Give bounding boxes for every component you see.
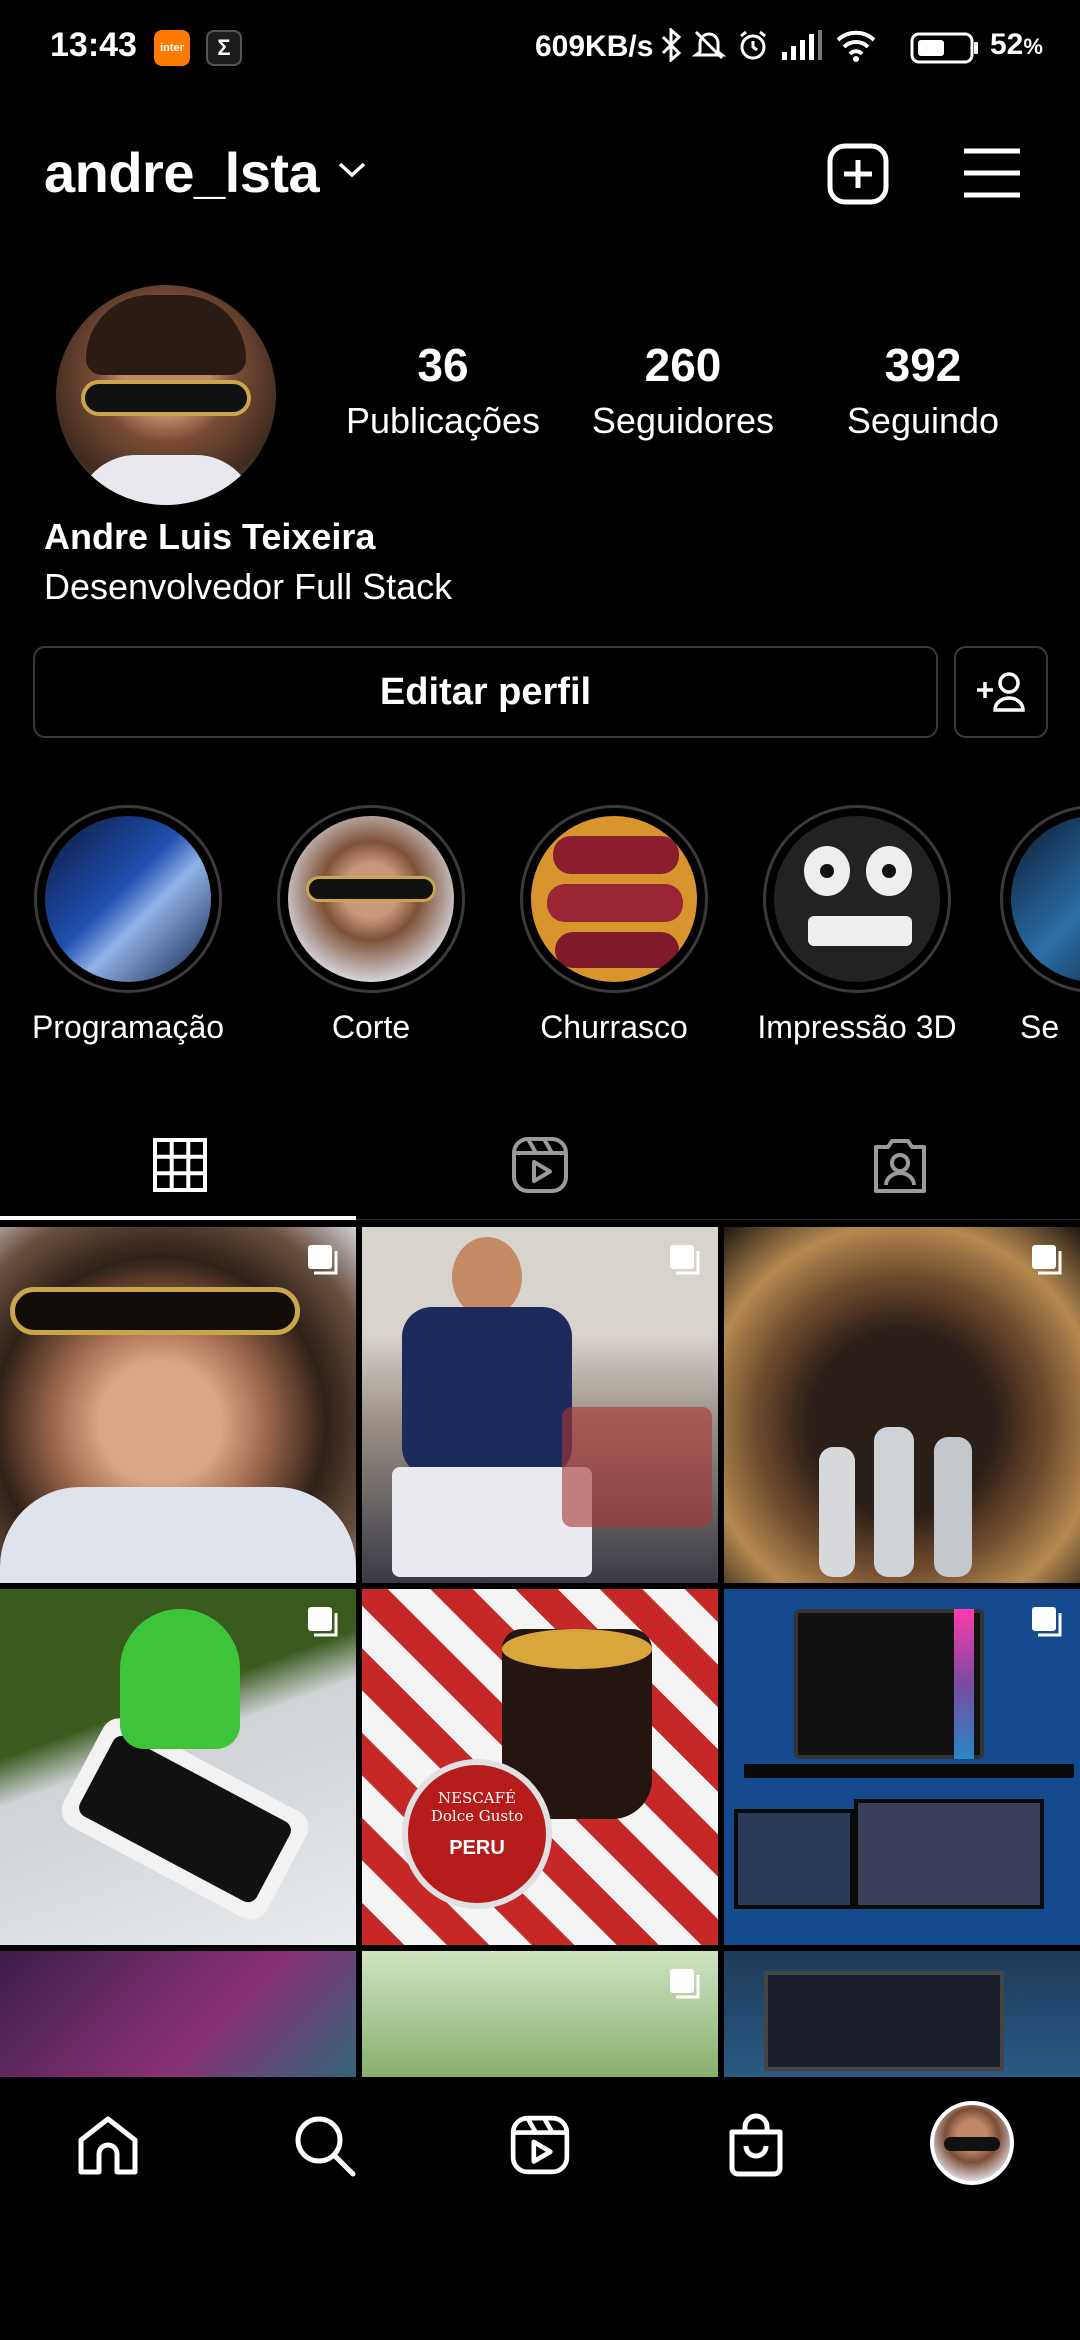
highlight-programacao[interactable]: Programação — [28, 805, 228, 1046]
new-post-icon[interactable] — [826, 142, 890, 206]
add-user-icon — [977, 672, 1025, 712]
post-tile[interactable] — [362, 1227, 718, 1583]
highlight-se[interactable]: Se — [1000, 805, 1080, 1046]
active-tab-indicator — [0, 1216, 356, 1220]
alarm-icon — [740, 30, 766, 60]
tab-tagged[interactable] — [720, 1110, 1080, 1220]
nav-home[interactable] — [68, 2105, 148, 2185]
menu-icon[interactable] — [960, 145, 1024, 201]
profile-avatar[interactable] — [56, 285, 276, 505]
edit-profile-button[interactable]: Editar perfil — [33, 646, 938, 738]
multiple-photos-icon — [670, 1969, 700, 1999]
highlight-impressao-3d[interactable]: Impressão 3D — [757, 805, 957, 1046]
multiple-photos-icon — [308, 1607, 338, 1637]
reels-icon — [512, 1137, 568, 1193]
tab-reels[interactable] — [360, 1110, 720, 1220]
discover-people-button[interactable] — [954, 646, 1048, 738]
status-bar: 13:43 inter Σ 609KB/s 52% — [0, 0, 1080, 96]
following-count[interactable]: 392 Seguindo — [813, 338, 1033, 442]
multiple-photos-icon — [670, 1245, 700, 1275]
post-tile[interactable]: NESCAFÉ Dolce Gusto PERU — [362, 1589, 718, 1945]
followers-count[interactable]: 260 Seguidores — [573, 338, 793, 442]
reels-icon — [510, 2115, 570, 2175]
search-icon — [295, 2116, 356, 2177]
posts-grid: NESCAFÉ Dolce Gusto PERU — [0, 1227, 1080, 2077]
multiple-photos-icon — [1032, 1607, 1062, 1637]
posts-count[interactable]: 36 Publicações — [333, 338, 553, 442]
battery-icon — [910, 32, 978, 64]
multiple-photos-icon — [1032, 1245, 1062, 1275]
home-icon — [78, 2116, 138, 2175]
profile-bio: Desenvolvedor Full Stack — [44, 566, 453, 607]
highlight-churrasco[interactable]: Churrasco — [514, 805, 714, 1046]
post-tile[interactable] — [0, 1951, 356, 2077]
capsule-brand: NESCAFÉ Dolce Gusto — [430, 1789, 524, 1825]
post-tile[interactable] — [0, 1227, 356, 1583]
capsule-flavor: PERU — [449, 1837, 505, 1859]
post-tile[interactable] — [724, 1227, 1080, 1583]
tagged-icon — [874, 1139, 926, 1193]
mute-bell-icon — [692, 30, 726, 60]
shop-icon — [729, 2113, 783, 2177]
profile-full-name: Andre Luis Teixeira — [44, 516, 376, 557]
nav-shop[interactable] — [716, 2105, 796, 2185]
battery-percent: 52% — [990, 28, 1043, 61]
bluetooth-icon — [661, 28, 682, 62]
inter-app-icon: inter — [154, 30, 190, 66]
grid-icon — [153, 1138, 207, 1192]
chevron-down-icon[interactable] — [336, 160, 368, 180]
network-speed: 609KB/s — [535, 30, 654, 63]
post-tile[interactable] — [0, 1589, 356, 1945]
bottom-navigation — [0, 2077, 1080, 2217]
nav-search[interactable] — [284, 2105, 364, 2185]
multiple-photos-icon — [308, 1245, 338, 1275]
wifi-icon — [836, 30, 876, 62]
post-tile[interactable] — [362, 1951, 718, 2077]
post-tile[interactable] — [724, 1951, 1080, 2077]
status-icons — [660, 28, 878, 62]
status-time: 13:43 — [50, 26, 137, 64]
highlight-corte[interactable]: Corte — [271, 805, 471, 1046]
nav-reels[interactable] — [500, 2105, 580, 2185]
sigma-app-icon: Σ — [206, 30, 242, 66]
nav-profile-avatar[interactable] — [930, 2101, 1014, 2185]
tab-posts-grid[interactable] — [0, 1110, 360, 1220]
account-switcher[interactable]: andre_lsta — [44, 140, 320, 205]
signal-icon — [782, 30, 822, 60]
post-tile[interactable] — [724, 1589, 1080, 1945]
